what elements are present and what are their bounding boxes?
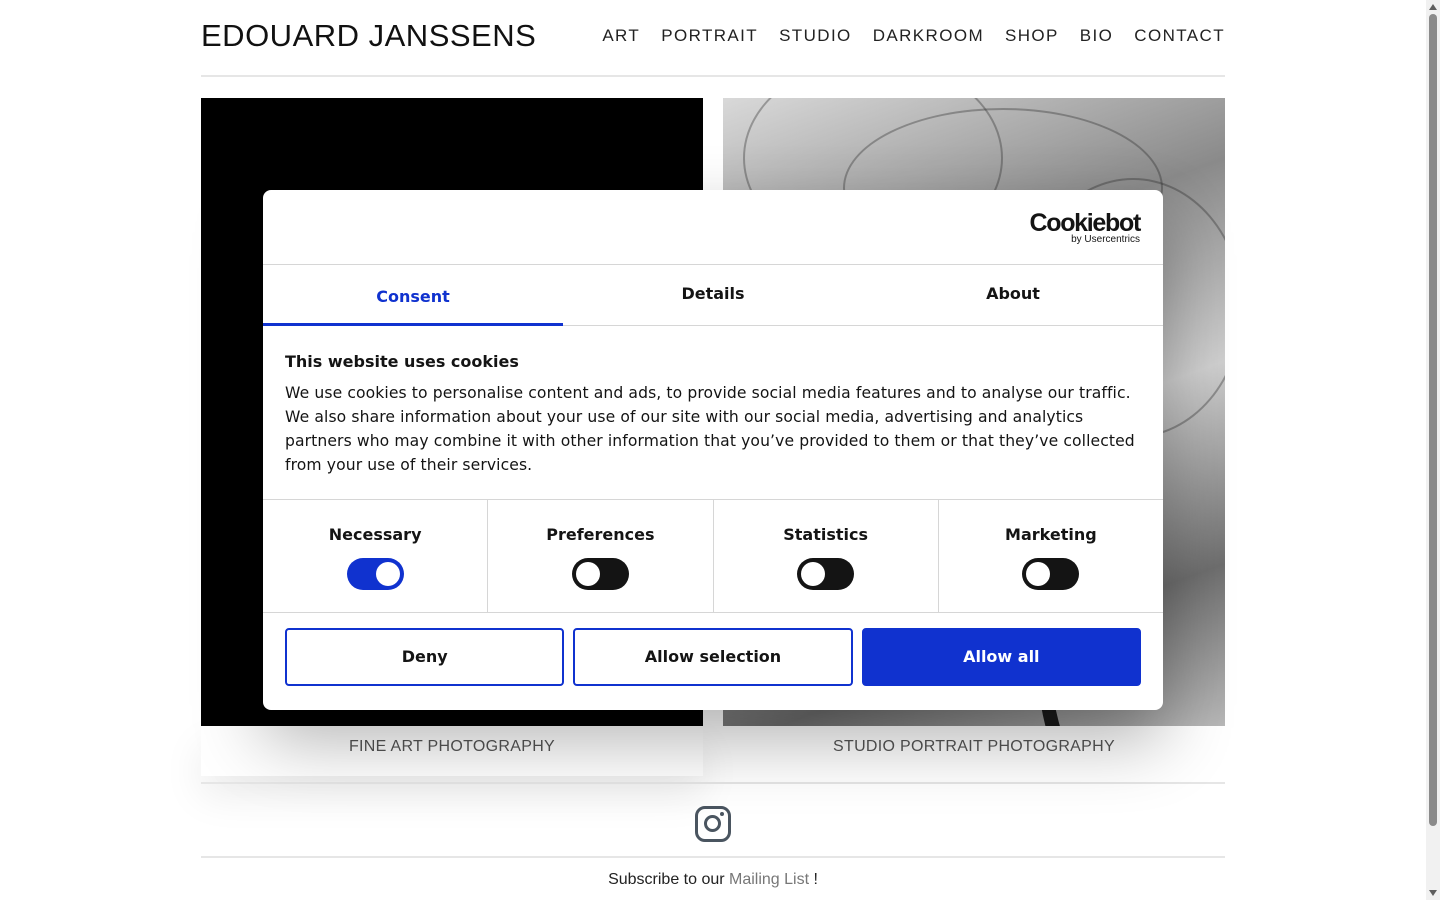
dialog-buttons: Deny Allow selection Allow all [263,613,1163,686]
cookiebot-logo[interactable]: Cookiebot by Usercentrics [1029,209,1141,245]
logo-main-text: Cookiebot [1029,209,1141,237]
tab-details[interactable]: Details [563,265,863,325]
caption-fine-art[interactable]: FINE ART PHOTOGRAPHY [201,738,703,756]
dialog-body: This website uses cookies We use cookies… [263,326,1163,500]
consent-toggles: Necessary Preferences Statistics Marketi… [263,500,1163,613]
toggle-statistics-label: Statistics [783,525,868,544]
dialog-tabs: Consent Details About [263,265,1163,326]
dialog-title: This website uses cookies [285,352,519,371]
instagram-dot [720,812,724,816]
subscribe-line: Subscribe to our Mailing List ! [0,871,1426,889]
nav-contact[interactable]: CONTACT [1134,26,1225,46]
nav-studio[interactable]: STUDIO [779,26,852,46]
dialog-header: Cookiebot by Usercentrics [263,190,1163,265]
nav-bio[interactable]: BIO [1080,26,1114,46]
nav-shop[interactable]: SHOP [1005,26,1059,46]
toggle-necessary-switch[interactable] [346,558,404,590]
site-header: EDOUARD JANSSENS ART PORTRAIT STUDIO DAR… [201,0,1225,77]
toggle-preferences-label: Preferences [546,525,655,544]
nav-darkroom[interactable]: DARKROOM [873,26,984,46]
toggle-preferences-group: Preferences [488,500,714,612]
scroll-up-arrow-icon[interactable] [1429,4,1437,10]
site-brand[interactable]: EDOUARD JANSSENS [201,18,536,54]
switch-knob [801,562,826,586]
switch-knob [375,562,400,586]
toggle-marketing-label: Marketing [1005,525,1097,544]
mailing-list-link[interactable]: Mailing List [729,871,809,888]
tab-about[interactable]: About [863,265,1163,325]
page-scrollbar[interactable] [1426,0,1440,900]
tab-consent[interactable]: Consent [263,265,563,326]
scroll-down-arrow-icon[interactable] [1429,890,1437,896]
main-nav: ART PORTRAIT STUDIO DARKROOM SHOP BIO CO… [602,26,1225,46]
divider [201,782,1225,784]
dialog-text: We use cookies to personalise content an… [285,384,1135,474]
scroll-thumb[interactable] [1429,14,1437,826]
subscribe-prefix: Subscribe to our [608,871,730,888]
allow-all-button[interactable]: Allow all [861,628,1141,686]
toggle-statistics-switch[interactable] [797,558,855,590]
caption-studio-portrait[interactable]: STUDIO PORTRAIT PHOTOGRAPHY [723,738,1225,756]
toggle-statistics-group: Statistics [714,500,939,612]
cookie-consent-dialog: Cookiebot by Usercentrics Consent Detail… [263,190,1163,710]
allow-selection-button[interactable]: Allow selection [573,628,853,686]
nav-art[interactable]: ART [602,26,640,46]
nav-portrait[interactable]: PORTRAIT [661,26,758,46]
switch-knob [1026,562,1051,586]
toggle-necessary-group: Necessary [263,500,489,612]
toggle-preferences-switch[interactable] [571,558,629,590]
instagram-icon[interactable] [695,806,731,842]
deny-button[interactable]: Deny [285,628,565,686]
subscribe-suffix: ! [809,871,818,888]
divider [201,856,1225,858]
toggle-marketing-group: Marketing [939,500,1163,612]
toggle-necessary-label: Necessary [328,525,422,544]
switch-knob [575,562,600,586]
instagram-lens [704,815,721,832]
toggle-marketing-switch[interactable] [1022,558,1080,590]
